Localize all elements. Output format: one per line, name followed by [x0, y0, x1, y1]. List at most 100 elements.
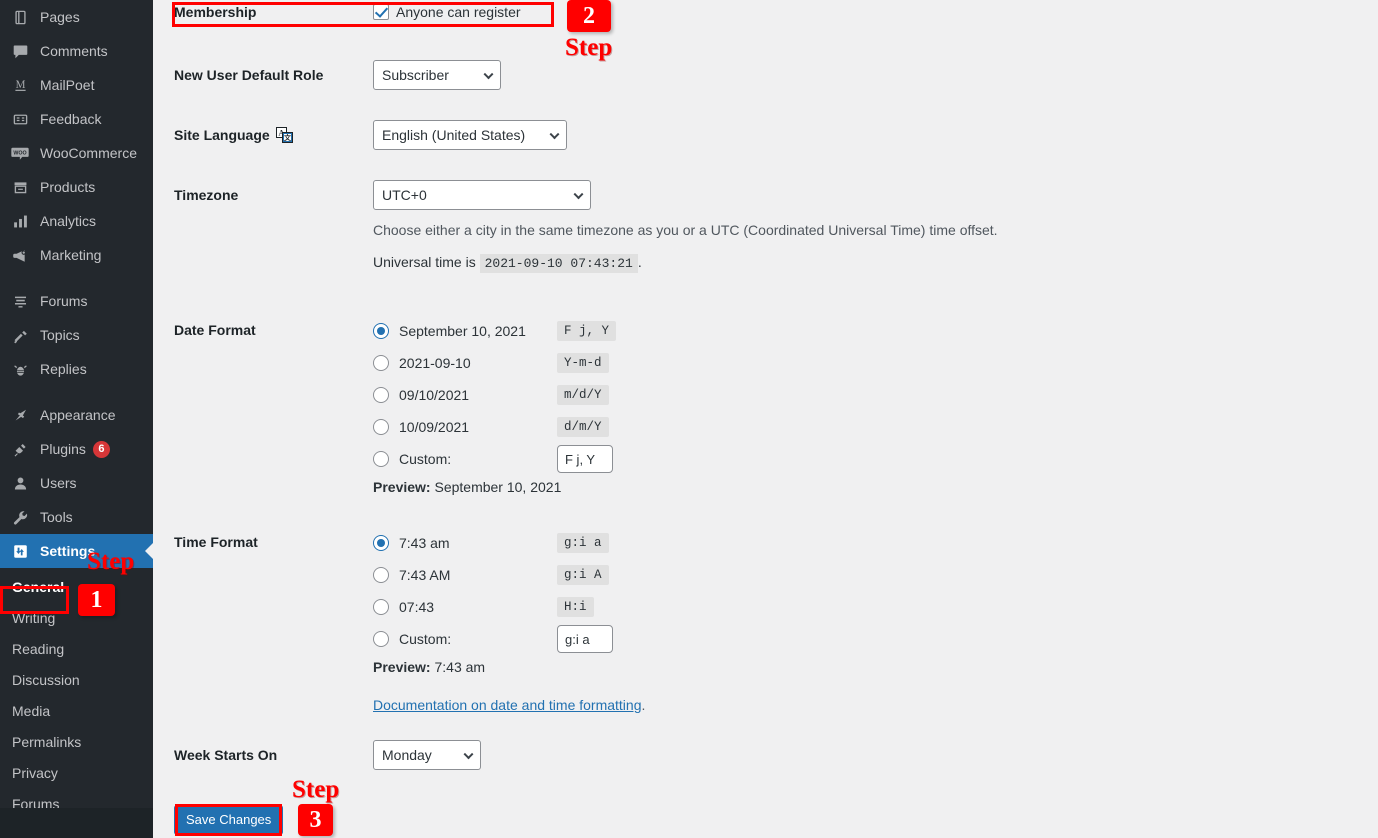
timezone-select[interactable]: UTC+0: [373, 180, 591, 210]
sidebar-item-forums[interactable]: Forums: [0, 284, 153, 318]
time-format-custom-label: Custom:: [399, 631, 452, 647]
time-format-option-text: 7:43 AM: [399, 567, 451, 583]
timezone-row: Timezone UTC+0 Choose either a city in t…: [153, 180, 1253, 273]
sidebar-item-discussion[interactable]: Discussion: [0, 665, 153, 696]
sidebar-item-marketing[interactable]: Marketing: [0, 238, 153, 272]
date-format-custom-radio[interactable]: [373, 451, 389, 467]
sidebar-item-label: Appearance: [40, 407, 116, 423]
new-user-default-role-select[interactable]: Subscriber: [373, 60, 501, 90]
time-format-custom-radio[interactable]: [373, 631, 389, 647]
anyone-can-register-checkbox[interactable]: [373, 4, 389, 20]
universal-time-prefix: Universal time is: [373, 254, 476, 270]
new-user-default-role-label: New User Default Role: [174, 67, 324, 83]
date-format-option-text: 09/10/2021: [399, 387, 470, 403]
date-format-option-text: 10/09/2021: [399, 419, 470, 435]
sidebar-item-topics[interactable]: Topics: [0, 318, 153, 352]
sidebar-item-label: Products: [40, 179, 96, 195]
date-time-documentation-link[interactable]: Documentation on date and time formattin…: [373, 697, 642, 713]
sidebar-item-label: Feedback: [40, 111, 102, 127]
date-format-radio[interactable]: [373, 323, 389, 339]
universal-time-value: 2021-09-10 07:43:21: [479, 254, 638, 273]
plugins-icon: [9, 439, 31, 459]
sidebar-item-label: Topics: [40, 327, 80, 343]
sidebar-item-comments[interactable]: Comments: [0, 34, 153, 68]
week-starts-on-select[interactable]: Monday: [373, 740, 481, 770]
sidebar-item-woocommerce[interactable]: WOO WooCommerce: [0, 136, 153, 170]
marketing-icon: [9, 245, 31, 265]
sidebar-item-analytics[interactable]: Analytics: [0, 204, 153, 238]
time-format-option[interactable]: 7:43 AM g:i A: [373, 559, 853, 591]
date-format-radio[interactable]: [373, 355, 389, 371]
products-icon: [9, 177, 31, 197]
anyone-can-register-row[interactable]: Anyone can register: [373, 4, 553, 20]
sidebar-item-general[interactable]: General: [0, 572, 153, 603]
date-format-radio[interactable]: [373, 419, 389, 435]
sidebar-item-media[interactable]: Media: [0, 696, 153, 727]
universal-time-row: Universal time is 2021-09-10 07:43:21.: [373, 254, 1253, 273]
annotation-step-1-badge: 1: [78, 584, 115, 616]
sidebar-item-replies[interactable]: Replies: [0, 352, 153, 386]
sidebar-item-writing[interactable]: Writing: [0, 603, 153, 634]
sidebar-divider-2: [0, 386, 153, 398]
date-format-option[interactable]: 10/09/2021 d/m/Y: [373, 411, 853, 443]
site-language-row: Site Language A 文 English (United States…: [153, 120, 853, 150]
time-format-radio[interactable]: [373, 535, 389, 551]
date-format-code: d/m/Y: [557, 417, 609, 437]
svg-text:文: 文: [284, 133, 292, 142]
sidebar-item-plugins[interactable]: Plugins 6: [0, 432, 153, 466]
sidebar-item-permalinks[interactable]: Permalinks: [0, 727, 153, 758]
membership-label: Membership: [174, 4, 257, 20]
comments-icon: [9, 41, 31, 61]
time-format-code: g:i a: [557, 533, 609, 553]
settings-general-form: Membership Anyone can register New User …: [153, 0, 1378, 838]
date-preview-label: Preview:: [373, 479, 431, 495]
date-format-option[interactable]: 09/10/2021 m/d/Y: [373, 379, 853, 411]
time-format-label: Time Format: [174, 534, 258, 550]
date-format-custom-option[interactable]: Custom:: [373, 443, 853, 475]
time-format-option[interactable]: 07:43 H:i: [373, 591, 853, 623]
pages-icon: [9, 7, 31, 27]
mailpoet-icon: M: [9, 75, 31, 95]
users-icon: [9, 473, 31, 493]
time-format-radio[interactable]: [373, 567, 389, 583]
timezone-description: Choose either a city in the same timezon…: [373, 222, 998, 238]
forums-icon: [9, 291, 31, 311]
date-format-radio[interactable]: [373, 387, 389, 403]
site-language-select[interactable]: English (United States): [373, 120, 567, 150]
anyone-can-register-label: Anyone can register: [396, 4, 521, 20]
date-format-option[interactable]: September 10, 2021 F j, Y: [373, 315, 853, 347]
sidebar-item-reading[interactable]: Reading: [0, 634, 153, 665]
screenshot-root: Pages Comments M MailPoet Feedback WOO W…: [0, 0, 1378, 838]
sidebar-item-pages[interactable]: Pages: [0, 0, 153, 34]
sidebar-item-tools[interactable]: Tools: [0, 500, 153, 534]
translation-icon: A 文: [275, 127, 293, 143]
settings-submenu: General Writing Reading Discussion Media…: [0, 568, 153, 828]
sidebar-item-label: Forums: [40, 293, 88, 309]
time-format-radio[interactable]: [373, 599, 389, 615]
sidebar-item-label: Users: [40, 475, 77, 491]
plugins-update-badge: 6: [92, 440, 110, 458]
annotation-step-3-badge: 3: [298, 804, 333, 836]
replies-icon: [9, 359, 31, 379]
week-starts-on-label: Week Starts On: [174, 747, 278, 763]
sidebar-item-feedback[interactable]: Feedback: [0, 102, 153, 136]
sidebar-item-users[interactable]: Users: [0, 466, 153, 500]
topics-icon: [9, 325, 31, 345]
sidebar-item-label: Plugins: [40, 441, 86, 457]
settings-icon: [9, 541, 31, 561]
time-format-custom-option[interactable]: Custom:: [373, 623, 853, 655]
date-format-option[interactable]: 2021-09-10 Y-m-d: [373, 347, 853, 379]
save-changes-button[interactable]: Save Changes: [174, 805, 284, 835]
sidebar-item-label: WooCommerce: [40, 145, 137, 161]
sidebar-item-label: Analytics: [40, 213, 97, 229]
sidebar-item-mailpoet[interactable]: M MailPoet: [0, 68, 153, 102]
sidebar-item-appearance[interactable]: Appearance: [0, 398, 153, 432]
date-format-custom-input[interactable]: [557, 445, 613, 473]
sidebar-item-label: Marketing: [40, 247, 102, 263]
sidebar-item-products[interactable]: Products: [0, 170, 153, 204]
sidebar-item-privacy[interactable]: Privacy: [0, 758, 153, 789]
time-format-row: Time Format 7:43 am g:i a 7:43 AM g:i A …: [153, 527, 853, 713]
time-format-custom-input[interactable]: [557, 625, 613, 653]
date-preview-value: September 10, 2021: [434, 479, 562, 495]
time-format-option[interactable]: 7:43 am g:i a: [373, 527, 853, 559]
